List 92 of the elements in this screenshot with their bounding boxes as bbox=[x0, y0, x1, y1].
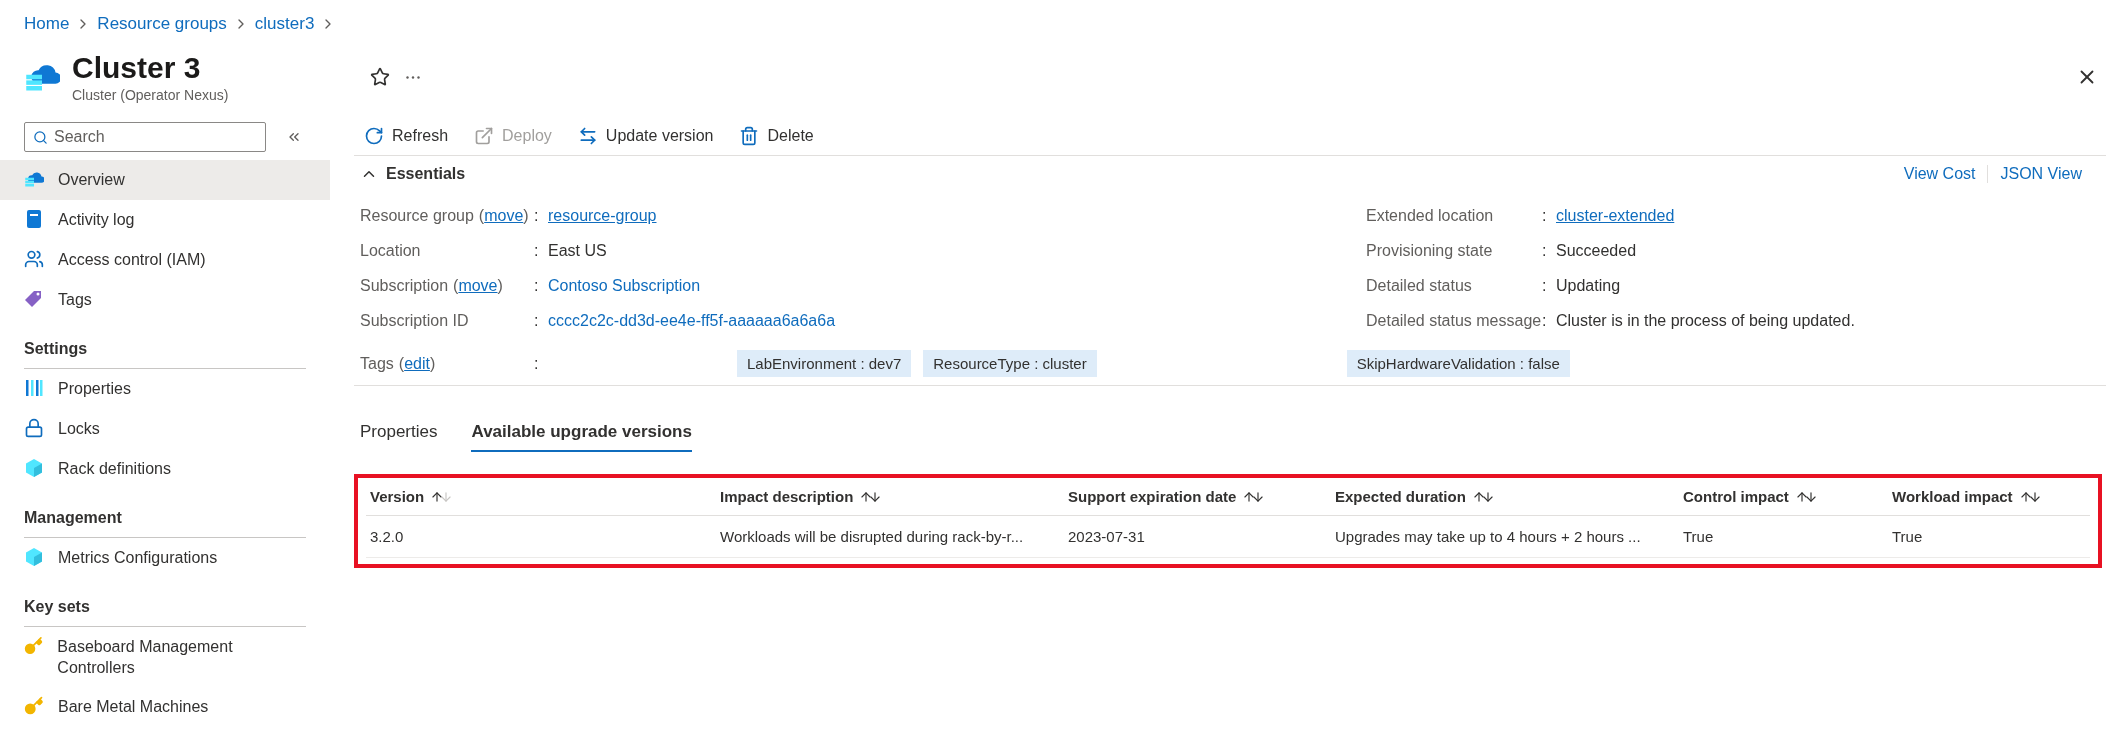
book-icon bbox=[24, 209, 44, 229]
search-icon bbox=[33, 130, 48, 145]
toolbar-button[interactable]: Update version bbox=[571, 121, 720, 150]
field-label: Location bbox=[360, 241, 421, 260]
paren: ( bbox=[398, 354, 405, 373]
column-header[interactable]: Expected duration bbox=[1331, 478, 1679, 516]
nav-item[interactable]: Baseboard Management Controllers bbox=[0, 627, 330, 687]
nav-item[interactable]: Rack definitions bbox=[0, 449, 330, 489]
paren: ( bbox=[478, 206, 485, 225]
colon: : bbox=[534, 276, 539, 294]
value-link[interactable]: Contoso Subscription bbox=[548, 276, 701, 295]
column-header[interactable]: Impact description bbox=[716, 478, 1064, 516]
paren: ) bbox=[523, 206, 529, 225]
tag-chip: LabEnvironment : dev7 bbox=[737, 350, 912, 377]
page-subtitle: Cluster (Operator Nexus) bbox=[72, 87, 229, 103]
edit-link[interactable]: edit bbox=[404, 354, 430, 373]
cluster-icon bbox=[24, 169, 44, 189]
field-label: Tags bbox=[360, 354, 394, 373]
nav-item[interactable]: Access control (IAM) bbox=[0, 240, 330, 280]
colon: : bbox=[1542, 241, 1547, 259]
section-heading: Settings bbox=[24, 340, 306, 369]
more-icon bbox=[406, 75, 420, 79]
colon: : bbox=[534, 206, 539, 224]
refresh-icon bbox=[364, 125, 384, 146]
field-label: Subscription ID bbox=[360, 311, 469, 330]
header-link[interactable]: JSON View bbox=[1987, 165, 2094, 183]
colon: : bbox=[534, 241, 539, 259]
tag-chip: ResourceType : cluster bbox=[923, 350, 1097, 377]
key-icon bbox=[24, 636, 44, 656]
key-icon bbox=[24, 696, 44, 716]
breadcrumb-link[interactable]: Resource groups bbox=[97, 14, 227, 34]
field-value: Succeeded bbox=[1556, 241, 1637, 260]
nav-item[interactable]: Bare Metal Machines bbox=[0, 687, 330, 727]
header-link[interactable]: View Cost bbox=[1891, 165, 1988, 183]
search-field[interactable]: Search bbox=[24, 122, 266, 152]
table-cell: Upgrades may take up to 4 hours + 2 hours ... bbox=[1331, 516, 1679, 558]
section-heading: Management bbox=[24, 509, 306, 538]
value-link[interactable]: cluster-extended bbox=[1556, 206, 1675, 225]
column-header[interactable]: Support expiration date bbox=[1064, 478, 1331, 516]
table-cell: 3.2.0 bbox=[366, 516, 716, 558]
toolbar-button[interactable]: Delete bbox=[733, 121, 820, 150]
paren: ) bbox=[429, 354, 436, 373]
colon: : bbox=[1542, 276, 1547, 294]
colon: : bbox=[1542, 206, 1547, 224]
tag-icon bbox=[24, 289, 44, 309]
lock-icon bbox=[24, 418, 44, 438]
cube-icon bbox=[24, 547, 44, 567]
field-value: Updating bbox=[1556, 276, 1621, 295]
tab[interactable]: Available upgrade versions bbox=[471, 416, 692, 452]
colon: : bbox=[534, 311, 539, 329]
paren: ) bbox=[497, 276, 503, 295]
colon: : bbox=[1542, 311, 1547, 329]
tag-chip: SkipHardwareValidation : false bbox=[1346, 350, 1570, 377]
breadcrumb-link[interactable]: Home bbox=[24, 14, 70, 34]
people-icon bbox=[24, 249, 44, 269]
table-cell: True bbox=[1679, 516, 1888, 558]
value-link[interactable]: resource-group bbox=[548, 206, 657, 225]
field-label: Detailed status bbox=[1366, 276, 1472, 295]
nav-item[interactable]: Metrics Configurations bbox=[0, 538, 330, 578]
tab[interactable]: Properties bbox=[360, 416, 438, 452]
table-cell: Workloads will be disrupted during rack-by-r... bbox=[716, 516, 1064, 558]
colon: : bbox=[534, 354, 539, 372]
column-header[interactable]: Version bbox=[366, 478, 716, 516]
nav-item[interactable]: Activity log bbox=[0, 200, 330, 240]
toolbar-button[interactable]: Refresh bbox=[358, 121, 455, 150]
field-label: Subscription bbox=[360, 276, 449, 295]
nav-item[interactable]: Properties bbox=[0, 369, 330, 409]
move-link[interactable]: move bbox=[458, 276, 498, 295]
table-cell: 2023-07-31 bbox=[1064, 516, 1331, 558]
nav-item[interactable]: Locks bbox=[0, 409, 330, 449]
field-value: East US bbox=[548, 241, 607, 260]
page-title: Cluster 3 bbox=[72, 51, 202, 85]
value-link[interactable]: cccc2c2c-dd3d-ee4e-ff5f-aaaaaa6a6a6a bbox=[548, 311, 836, 330]
trash-icon bbox=[739, 125, 760, 146]
field-value: Cluster is in the process of being updated. bbox=[1556, 311, 1855, 330]
cube-icon bbox=[24, 458, 44, 478]
paren: ( bbox=[453, 276, 459, 295]
essentials-toggle[interactable]: Essentials bbox=[354, 165, 472, 183]
external-link-icon bbox=[474, 125, 495, 146]
field-label: Provisioning state bbox=[1366, 241, 1493, 260]
field-label: Detailed status message bbox=[1366, 311, 1542, 330]
section-heading: Key sets bbox=[24, 598, 306, 627]
field-label: Extended location bbox=[1366, 206, 1494, 225]
nav-item[interactable]: Tags bbox=[0, 280, 330, 320]
nav-item[interactable]: Overview bbox=[0, 160, 330, 200]
table-cell: True bbox=[1888, 516, 2090, 558]
properties-icon bbox=[24, 378, 44, 398]
field-label: Resource group bbox=[360, 206, 474, 225]
star-icon bbox=[370, 67, 390, 87]
breadcrumb-link[interactable]: cluster3 bbox=[254, 14, 315, 34]
column-header[interactable]: Workload impact bbox=[1888, 478, 2090, 516]
column-header[interactable]: Control impact bbox=[1679, 478, 1888, 516]
